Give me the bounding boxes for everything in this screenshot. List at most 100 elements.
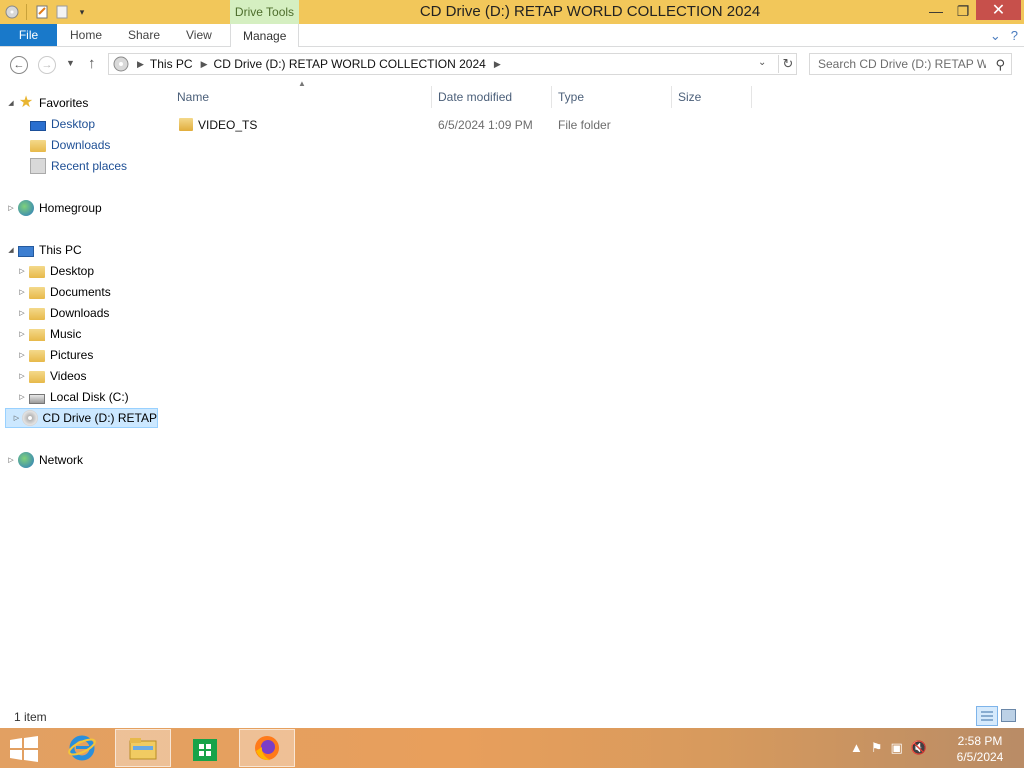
help-icon[interactable]: ?	[1011, 28, 1018, 44]
expand-arrow-icon[interactable]: ▷	[17, 330, 27, 338]
search-input[interactable]	[818, 57, 986, 71]
cd-drive-icon	[113, 56, 129, 72]
column-header-size[interactable]: Size	[671, 86, 751, 108]
firefox-icon	[255, 736, 279, 761]
properties-icon[interactable]	[34, 4, 50, 20]
tab-file[interactable]: File	[0, 24, 57, 46]
file-name: VIDEO_TS	[198, 118, 258, 132]
expand-ribbon-icon[interactable]: ⌄	[990, 28, 1001, 44]
favorite-recent-places[interactable]: Recent places	[28, 156, 127, 176]
tree-downloads[interactable]: ▷ Downloads	[17, 303, 109, 323]
expand-arrow-icon[interactable]: ▷	[6, 456, 16, 464]
tree-this-pc[interactable]: ◢ This PC	[6, 240, 81, 260]
tree-cd-drive[interactable]: ▷ CD Drive (D:) RETAP	[5, 408, 158, 428]
tree-videos[interactable]: ▷ Videos	[17, 366, 86, 386]
tab-share[interactable]: Share	[128, 24, 160, 46]
collapse-arrow-icon[interactable]: ◢	[6, 246, 16, 254]
back-button[interactable]: ←	[10, 56, 28, 74]
tab-home[interactable]: Home	[70, 24, 102, 46]
volume-muted-icon[interactable]: 🔇	[911, 740, 927, 756]
tree-music[interactable]: ▷ Music	[17, 324, 81, 344]
tree-documents[interactable]: ▷ Documents	[17, 282, 111, 302]
column-header-date-modified[interactable]: Date modified	[431, 86, 551, 108]
large-icons-view-button[interactable]	[1001, 709, 1016, 722]
search-box[interactable]: ⚲	[809, 53, 1012, 75]
network-status-icon[interactable]: ▣	[891, 740, 903, 756]
minimize-button[interactable]: —	[922, 0, 950, 22]
tree-label: Network	[39, 453, 84, 467]
expand-arrow-icon[interactable]: ▷	[17, 372, 27, 380]
expand-arrow-icon[interactable]: ▷	[6, 204, 16, 212]
file-list: ▲ Name Date modified Type Size VIDEO_TS …	[170, 79, 1020, 706]
taskbar-firefox[interactable]	[239, 729, 295, 767]
action-center-flag-icon[interactable]: ⚑	[871, 740, 883, 756]
collapse-arrow-icon[interactable]: ◢	[6, 99, 16, 107]
documents-folder-icon	[29, 287, 45, 299]
tree-pictures[interactable]: ▷ Pictures	[17, 345, 93, 365]
tree-network[interactable]: ▷ Network	[6, 450, 83, 470]
expand-arrow-icon[interactable]: ▷	[17, 393, 27, 401]
recent-locations-dropdown[interactable]: ▼	[66, 58, 75, 68]
address-history-dropdown[interactable]: ⌄	[758, 57, 766, 68]
tree-label: Pictures	[50, 348, 94, 362]
details-view-button[interactable]	[976, 706, 998, 726]
breadcrumb-this-pc[interactable]: This PC	[150, 57, 193, 71]
forward-button[interactable]: →	[38, 56, 56, 74]
desktop-folder-icon	[29, 266, 45, 278]
homegroup-icon	[18, 200, 34, 216]
file-row[interactable]: VIDEO_TS 6/5/2024 1:09 PM File folder	[170, 114, 770, 136]
cd-drive-icon[interactable]	[4, 4, 20, 20]
tree-desktop[interactable]: ▷ Desktop	[17, 261, 94, 281]
clock[interactable]: 2:58 PM 6/5/2024	[950, 733, 1010, 765]
close-button[interactable]: ✕	[976, 0, 1021, 20]
tree-label: Recent places	[51, 159, 128, 173]
file-explorer-icon	[129, 738, 157, 760]
show-hidden-icons-icon[interactable]: ▲	[850, 740, 863, 756]
taskbar-store[interactable]	[177, 729, 233, 767]
maximize-button[interactable]: ❐	[950, 0, 976, 22]
column-divider[interactable]	[751, 86, 752, 108]
arrow-left-icon: ←	[13, 59, 25, 71]
ribbon-tabs: File Home Share View Manage ⌄ ?	[0, 24, 1024, 47]
breadcrumb-cd-drive[interactable]: CD Drive (D:) RETAP WORLD COLLECTION 202…	[214, 57, 486, 71]
cd-drive-icon	[21, 410, 38, 426]
breadcrumb-chevron-icon[interactable]: ▶	[137, 59, 144, 70]
breadcrumb-chevron-icon[interactable]: ▶	[494, 59, 501, 70]
expand-arrow-icon[interactable]: ▷	[17, 351, 27, 359]
status-bar: 1 item	[0, 706, 1024, 728]
taskbar-internet-explorer[interactable]	[54, 729, 110, 767]
expand-arrow-icon[interactable]: ▷	[17, 309, 27, 317]
tree-homegroup[interactable]: ▷ Homegroup	[6, 198, 102, 218]
expand-arrow-icon[interactable]: ▷	[17, 288, 27, 296]
address-bar[interactable]: ▶ This PC ▶ CD Drive (D:) RETAP WORLD CO…	[108, 53, 797, 75]
new-folder-icon[interactable]	[54, 4, 70, 20]
downloads-folder-icon	[30, 140, 46, 152]
desktop-icon	[30, 120, 46, 131]
favorite-downloads[interactable]: Downloads	[28, 135, 110, 155]
navigation-pane: ◢ ★ Favorites Desktop Downloads Recent p…	[0, 86, 160, 706]
breadcrumb-chevron-icon[interactable]: ▶	[201, 59, 208, 70]
column-header-name[interactable]: Name	[170, 86, 430, 108]
start-button[interactable]	[8, 736, 40, 762]
tab-manage[interactable]: Manage	[230, 24, 300, 47]
tab-view[interactable]: View	[186, 24, 212, 46]
up-button[interactable]: ↑	[88, 55, 96, 72]
tree-label: Documents	[50, 285, 111, 299]
clock-time: 2:58 PM	[957, 734, 1003, 748]
refresh-button[interactable]: ↻	[778, 55, 797, 73]
search-icon[interactable]: ⚲	[995, 57, 1005, 73]
favorite-desktop[interactable]: Desktop	[28, 114, 95, 134]
expand-arrow-icon[interactable]: ▷	[17, 267, 27, 275]
details-view-icon	[981, 711, 993, 721]
taskbar-file-explorer[interactable]	[115, 729, 171, 767]
customize-qat-icon[interactable]: ▾	[74, 4, 90, 20]
title-bar: ▾ Drive Tools CD Drive (D:) RETAP WORLD …	[0, 0, 1024, 24]
column-header-type[interactable]: Type	[551, 86, 671, 108]
tree-label: Videos	[50, 369, 87, 383]
tree-local-disk[interactable]: ▷ Local Disk (C:)	[17, 387, 129, 407]
tree-favorites[interactable]: ◢ ★ Favorites	[6, 93, 88, 113]
tree-label: Favorites	[39, 96, 89, 110]
quick-access-toolbar: ▾	[0, 0, 90, 24]
hard-disk-icon	[29, 394, 45, 404]
expand-arrow-icon[interactable]: ▷	[13, 414, 19, 422]
